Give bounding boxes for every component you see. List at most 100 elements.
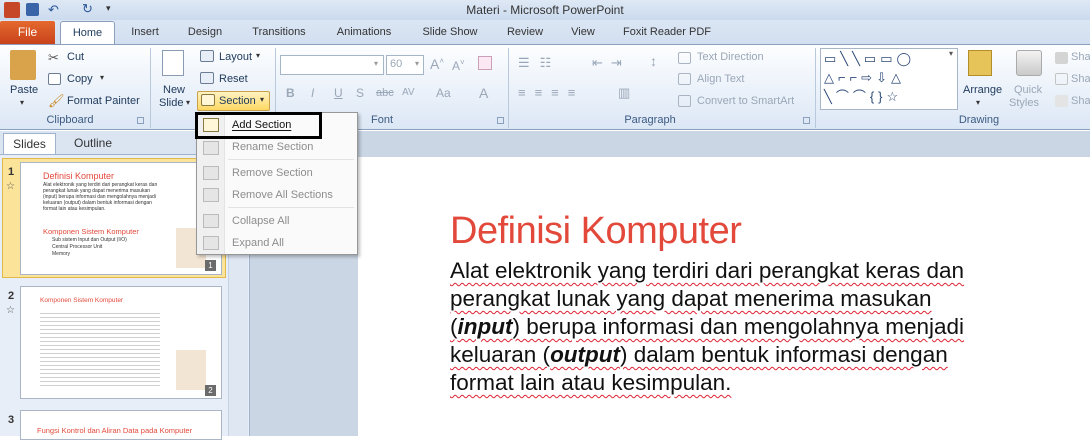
font-name-dropdown-icon[interactable]: ▾ (374, 59, 378, 68)
remove-all-sections-icon (203, 188, 219, 202)
shape-outline-button[interactable]: Sha (1071, 73, 1090, 85)
indent-buttons-icon[interactable]: ⇤⇥ (592, 55, 630, 71)
paste-button[interactable]: Paste (10, 84, 38, 96)
shapes-gallery-more-icon[interactable]: ▾ (949, 49, 953, 58)
quick-styles-button[interactable]: Quick (1014, 84, 1042, 96)
align-text-button[interactable]: Align Text (697, 73, 745, 85)
paragraph-launcher-icon[interactable] (803, 117, 810, 124)
shape-fill-icon (1055, 52, 1068, 64)
quick-styles-icon[interactable] (1016, 50, 1042, 76)
rename-section-icon (203, 141, 219, 155)
tab-review[interactable]: Review (505, 22, 545, 44)
alignment-buttons-icon[interactable]: ≡≡≡≡ (518, 85, 584, 100)
clipboard-launcher-icon[interactable] (137, 117, 144, 124)
tab-slides[interactable]: Slides (3, 133, 56, 154)
convert-to-smartart-button[interactable]: Convert to SmartArt (697, 95, 794, 107)
drawing-group-label: Drawing (958, 114, 1000, 126)
new-slide-button-line2[interactable]: Slide (159, 97, 183, 109)
tab-animations[interactable]: Animations (334, 22, 394, 44)
body-text: ) berupa informasi dan mengolahnya menja… (512, 314, 965, 339)
text-direction-button[interactable]: Text Direction (697, 51, 764, 63)
tab-view[interactable]: View (568, 22, 598, 44)
tab-transitions[interactable]: Transitions (248, 22, 310, 44)
new-slide-icon[interactable] (162, 50, 184, 76)
strikethrough-button[interactable]: abc (376, 87, 394, 99)
line-spacing-icon[interactable]: ↕ (650, 53, 657, 69)
format-painter-button[interactable]: Format Painter (67, 95, 140, 107)
tab-design[interactable]: Design (184, 22, 226, 44)
underline-button[interactable]: U (334, 86, 343, 100)
menu-expand-all[interactable]: Expand All (232, 237, 284, 249)
layout-dropdown-icon[interactable]: ▾ (256, 51, 260, 60)
slide-body-line[interactable]: keluaran (output) dalam bentuk informasi… (450, 342, 948, 368)
tab-outline[interactable]: Outline (64, 133, 122, 154)
format-painter-icon: 🖌 (48, 93, 65, 108)
align-text-icon (678, 73, 691, 85)
new-slide-button[interactable]: New (163, 84, 185, 96)
clear-formatting-icon[interactable] (478, 56, 492, 70)
font-name-combo[interactable] (280, 55, 384, 75)
font-group-label: Font (370, 114, 393, 126)
tab-foxit-reader-pdf[interactable]: Foxit Reader PDF (622, 22, 712, 44)
layout-icon (200, 50, 214, 62)
font-size-dropdown-icon[interactable]: ▾ (415, 59, 419, 68)
thumb-subtitle: Komponen Sistem Komputer (43, 227, 139, 236)
clipboard-group-label: Clipboard (46, 114, 94, 126)
copy-dropdown-icon[interactable]: ▾ (100, 73, 104, 82)
font-launcher-icon[interactable] (497, 117, 504, 124)
tab-home[interactable]: Home (60, 21, 115, 45)
arrange-icon[interactable] (968, 50, 992, 76)
shape-outline-icon (1055, 73, 1068, 85)
menu-remove-section[interactable]: Remove Section (232, 167, 313, 179)
cut-icon: ✂ (48, 50, 59, 65)
bold-button[interactable]: B (286, 86, 295, 100)
copy-icon (48, 73, 61, 85)
slide-body-line[interactable]: format lain atau kesimpulan. (450, 370, 731, 396)
paste-dropdown-icon[interactable]: ▾ (20, 98, 24, 107)
paste-icon[interactable] (10, 50, 36, 80)
slide-body-line[interactable]: Alat elektronik yang terdiri dari perang… (450, 258, 964, 284)
menu-remove-all-sections[interactable]: Remove All Sections (232, 189, 333, 201)
layout-button[interactable]: Layout (219, 51, 252, 63)
italic-button[interactable]: I (311, 86, 314, 100)
reset-icon (200, 72, 214, 84)
slide-body-line[interactable]: perangkat lunak yang dapat menerima masu… (450, 286, 932, 312)
menu-collapse-all[interactable]: Collapse All (232, 215, 289, 227)
quick-styles-button-line2[interactable]: Styles (1009, 97, 1039, 109)
ribbon-divider (815, 48, 816, 128)
slide-badge: 1 (205, 260, 216, 271)
section-button-label[interactable]: Section (219, 95, 256, 107)
change-case-button[interactable]: Aa (436, 86, 451, 100)
slide-body-line[interactable]: (input) berupa informasi dan mengolahnya… (450, 314, 964, 340)
text-direction-icon (678, 52, 691, 64)
section-dropdown-icon[interactable]: ▾ (260, 95, 264, 104)
arrange-button[interactable]: Arrange (963, 84, 1002, 96)
tab-insert[interactable]: Insert (128, 22, 162, 44)
shrink-font-icon[interactable]: A˅ (452, 58, 465, 73)
slide-title[interactable]: Definisi Komputer (450, 210, 742, 253)
slide-number: 1 (8, 166, 15, 178)
tab-slide-show[interactable]: Slide Show (420, 22, 480, 44)
arrange-dropdown-icon[interactable]: ▾ (976, 98, 980, 107)
reset-button[interactable]: Reset (219, 73, 248, 85)
shape-effects-button[interactable]: Sha (1071, 95, 1090, 107)
shape-fill-button[interactable]: Sha (1071, 51, 1090, 63)
columns-icon[interactable]: ▥ (618, 85, 630, 101)
menu-add-section[interactable]: Add Section (232, 119, 291, 131)
text-shadow-button[interactable]: S (356, 86, 364, 100)
grow-font-icon[interactable]: A˄ (430, 56, 444, 72)
shapes-gallery-icons[interactable]: ▭╲╲▭▭◯ △⌐⌐⇨⇩△ ╲⌒⌒{}☆ (824, 49, 954, 106)
tab-file[interactable]: File (0, 21, 55, 44)
new-slide-dropdown-icon[interactable]: ▾ (186, 98, 190, 107)
character-spacing-button[interactable]: AV (402, 87, 415, 98)
font-color-button[interactable]: A (479, 85, 488, 101)
ribbon-divider (508, 48, 509, 128)
list-buttons-icon[interactable]: ☰☷ (518, 55, 561, 71)
slide-badge: 2 (205, 385, 216, 396)
menu-rename-section[interactable]: Rename Section (232, 141, 313, 153)
thumb-title: Fungsi Kontrol dan Aliran Data pada Komp… (37, 426, 193, 435)
add-section-icon (203, 118, 219, 132)
copy-button[interactable]: Copy (67, 73, 93, 85)
ribbon-divider (150, 48, 151, 128)
cut-button[interactable]: Cut (67, 51, 84, 63)
